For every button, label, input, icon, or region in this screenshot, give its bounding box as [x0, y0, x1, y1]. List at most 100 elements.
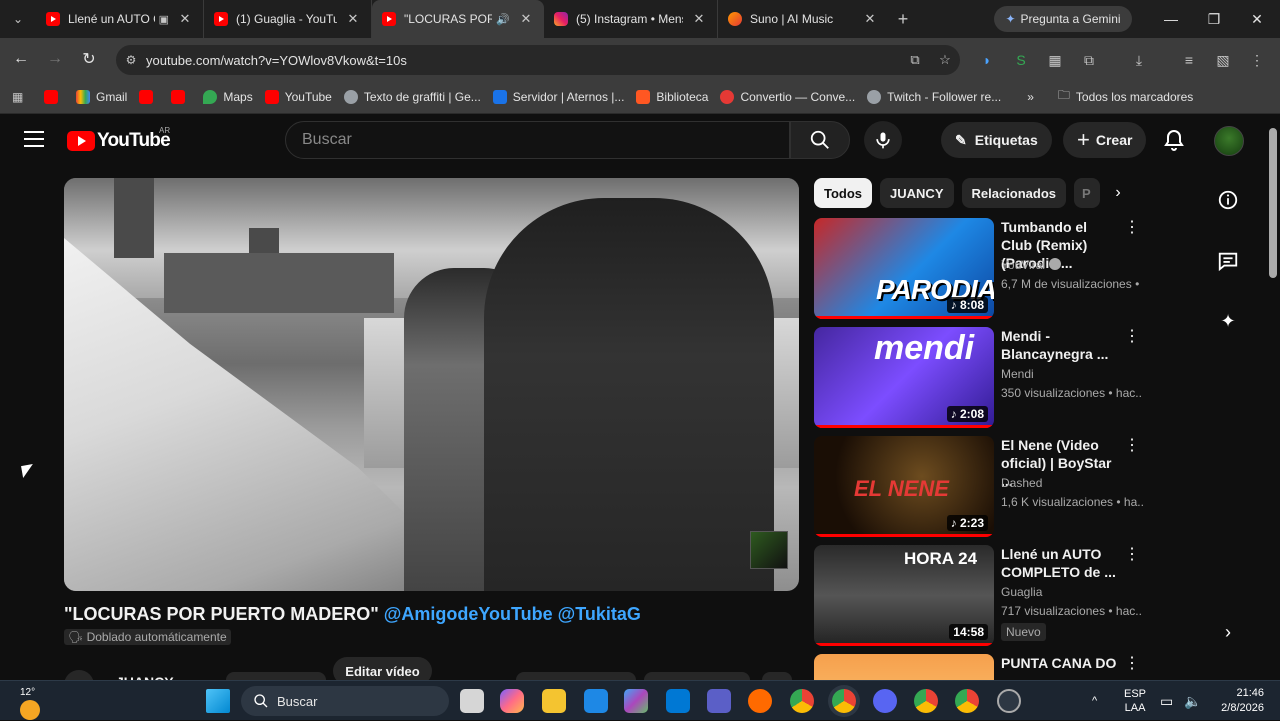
bookmark-biblioteca[interactable]: Biblioteca	[636, 89, 708, 104]
reload-button[interactable]: ↻	[72, 42, 106, 76]
tab-instagram[interactable]: (5) Instagram • Mens ✕	[544, 0, 718, 38]
video-player[interactable]	[64, 178, 799, 591]
chrome-icon[interactable]	[914, 689, 938, 713]
bookmark-youtube[interactable]	[171, 89, 191, 104]
scrollbar[interactable]	[1266, 114, 1280, 682]
scrollbar-thumb[interactable]	[1269, 128, 1277, 278]
bell-icon[interactable]	[1162, 128, 1186, 152]
youtube-logo[interactable]: YouTube AR	[67, 126, 171, 152]
outlook-icon[interactable]	[584, 689, 608, 713]
discord-icon[interactable]	[873, 689, 897, 713]
bookmarks-overflow-button[interactable]: »	[1027, 90, 1034, 104]
bookmark-youtube-label[interactable]: YouTube	[264, 89, 332, 104]
install-icon[interactable]: ⧉	[900, 52, 930, 68]
close-icon[interactable]: ✕	[691, 11, 707, 27]
media-icon[interactable]: ≡	[1178, 49, 1200, 71]
new-tab-button[interactable]: +	[888, 9, 918, 30]
bookmark-graffiti[interactable]: Texto de graffiti | Ge...	[343, 89, 481, 104]
puzzle-icon[interactable]: ⧉	[1078, 49, 1100, 71]
all-bookmarks-button[interactable]: 🗀 Todos los marcadores	[1058, 86, 1193, 107]
list-item[interactable]: HORA 24 14:58 Llené un AUTO COMPLETO de …	[814, 545, 1144, 646]
extension-icon[interactable]: S	[1010, 49, 1032, 71]
close-icon[interactable]: ✕	[345, 11, 361, 27]
app-icon[interactable]	[748, 689, 772, 713]
bookmark-aternos[interactable]: Servidor | Aternos |...	[492, 89, 624, 104]
bookmark-youtube[interactable]	[44, 89, 64, 104]
close-icon[interactable]: ✕	[177, 11, 193, 27]
bookmark-maps[interactable]: Maps	[203, 89, 253, 104]
star-icon[interactable]: ☆	[930, 52, 960, 68]
start-icon[interactable]	[206, 689, 230, 713]
chevron-right-icon[interactable]: ›	[1108, 184, 1128, 204]
microsoft-365-icon[interactable]	[624, 689, 648, 713]
maximize-button[interactable]: ❐	[1193, 0, 1235, 38]
avatar[interactable]	[1214, 126, 1244, 156]
speaker-icon[interactable]: 🔊	[496, 13, 510, 26]
tab-guaglia[interactable]: (1) Guaglia - YouTube ✕	[204, 0, 372, 38]
tab-search-icon[interactable]: ⌄	[0, 0, 36, 38]
tray-chevron-icon[interactable]: ^	[1092, 681, 1097, 721]
create-button[interactable]: + Crear	[1063, 122, 1147, 158]
taskbar-search[interactable]: Buscar	[241, 686, 449, 716]
network-icon[interactable]: ▭	[1160, 681, 1173, 721]
like-button[interactable]	[516, 672, 636, 680]
video-title[interactable]: PUNTA CANA DO - ...	[1001, 654, 1121, 680]
chip-partial[interactable]: P	[1074, 178, 1101, 208]
search-input[interactable]: Buscar	[285, 121, 790, 159]
close-window-button[interactable]: ✕	[1236, 0, 1278, 38]
channel-name[interactable]: Mendi	[1001, 367, 1034, 381]
bookmark-twitch[interactable]: Twitch - Follower re...	[867, 89, 1001, 104]
app-icon[interactable]	[997, 689, 1021, 713]
share-button[interactable]	[644, 672, 750, 680]
teams-icon[interactable]	[707, 689, 731, 713]
minimize-button[interactable]: —	[1150, 0, 1192, 38]
bookmark-convertio[interactable]: Convertio — Conve...	[720, 89, 855, 104]
task-view-icon[interactable]	[460, 689, 484, 713]
list-item[interactable]: PARODIA ♪ 8:08 Tumbando el Club (Remix) …	[814, 218, 1144, 319]
channel-watermark[interactable]	[750, 531, 788, 569]
channel-name[interactable]: Guaglia	[1001, 585, 1042, 599]
profile-icon[interactable]: ▧	[1212, 49, 1234, 71]
chip-all[interactable]: Todos	[814, 178, 873, 208]
more-options-icon[interactable]: ⋮	[1124, 656, 1140, 672]
close-icon[interactable]: ✕	[862, 11, 878, 27]
chrome-icon[interactable]	[790, 689, 814, 713]
close-icon[interactable]: ✕	[518, 11, 534, 27]
list-item[interactable]: PUNTA CANA DO - ... ⋮	[814, 654, 1144, 680]
more-options-icon[interactable]: ⋮	[1124, 329, 1140, 345]
video-thumbnail[interactable]: HORA 24 14:58	[814, 545, 994, 646]
info-icon[interactable]	[1216, 188, 1240, 212]
language-indicator[interactable]: ESP LAA	[1124, 681, 1146, 721]
copilot-icon[interactable]	[500, 689, 524, 713]
menu-icon[interactable]: ⋮	[1246, 49, 1268, 71]
tags-button[interactable]: ✎ Etiquetas	[941, 122, 1052, 158]
chip-related[interactable]: Relacionados	[961, 178, 1067, 208]
sparkle-icon[interactable]: ✦	[1216, 309, 1240, 333]
channel-name[interactable]: Dashed	[1001, 476, 1042, 490]
site-info-icon[interactable]: ⚙	[116, 53, 146, 67]
gemini-button[interactable]: ✦ Pregunta a Gemini	[994, 6, 1132, 32]
store-icon[interactable]	[666, 689, 690, 713]
chat-icon[interactable]	[1216, 249, 1240, 273]
video-thumbnail[interactable]: PARODIA ♪ 8:08	[814, 218, 994, 319]
channel-name[interactable]: YouViral	[1001, 258, 1062, 272]
video-title[interactable]: Llené un AUTO COMPLETO de ...	[1001, 545, 1121, 581]
tab-auto[interactable]: Llené un AUTO C ▣ ✕	[36, 0, 204, 38]
clock[interactable]: 21:46 2/8/2026	[1212, 681, 1264, 721]
video-title[interactable]: Mendi - Blancaynegra ...	[1001, 327, 1121, 363]
list-item[interactable]: mendi ♪ 2:08 Mendi - Blancaynegra ... Me…	[814, 327, 1144, 428]
search-button[interactable]	[790, 121, 850, 159]
chrome-icon[interactable]	[832, 689, 856, 713]
back-button[interactable]: ←	[4, 42, 38, 76]
extension-icon[interactable]: ◗	[976, 49, 998, 71]
file-explorer-icon[interactable]	[542, 689, 566, 713]
more-options-icon[interactable]: ⋮	[1124, 220, 1140, 236]
video-mentions-link[interactable]: @AmigodeYouTube @TukitaG	[384, 604, 641, 624]
weather-widget[interactable]: 12°	[20, 687, 40, 720]
extension-icon[interactable]: ▦	[1044, 49, 1066, 71]
bookmark-gmail[interactable]: Gmail	[76, 89, 127, 104]
volume-icon[interactable]: 🔈	[1184, 681, 1201, 721]
chip-juancy[interactable]: JUANCY	[880, 178, 954, 208]
subscribe-button[interactable]	[226, 672, 326, 680]
video-thumbnail[interactable]	[814, 654, 994, 680]
